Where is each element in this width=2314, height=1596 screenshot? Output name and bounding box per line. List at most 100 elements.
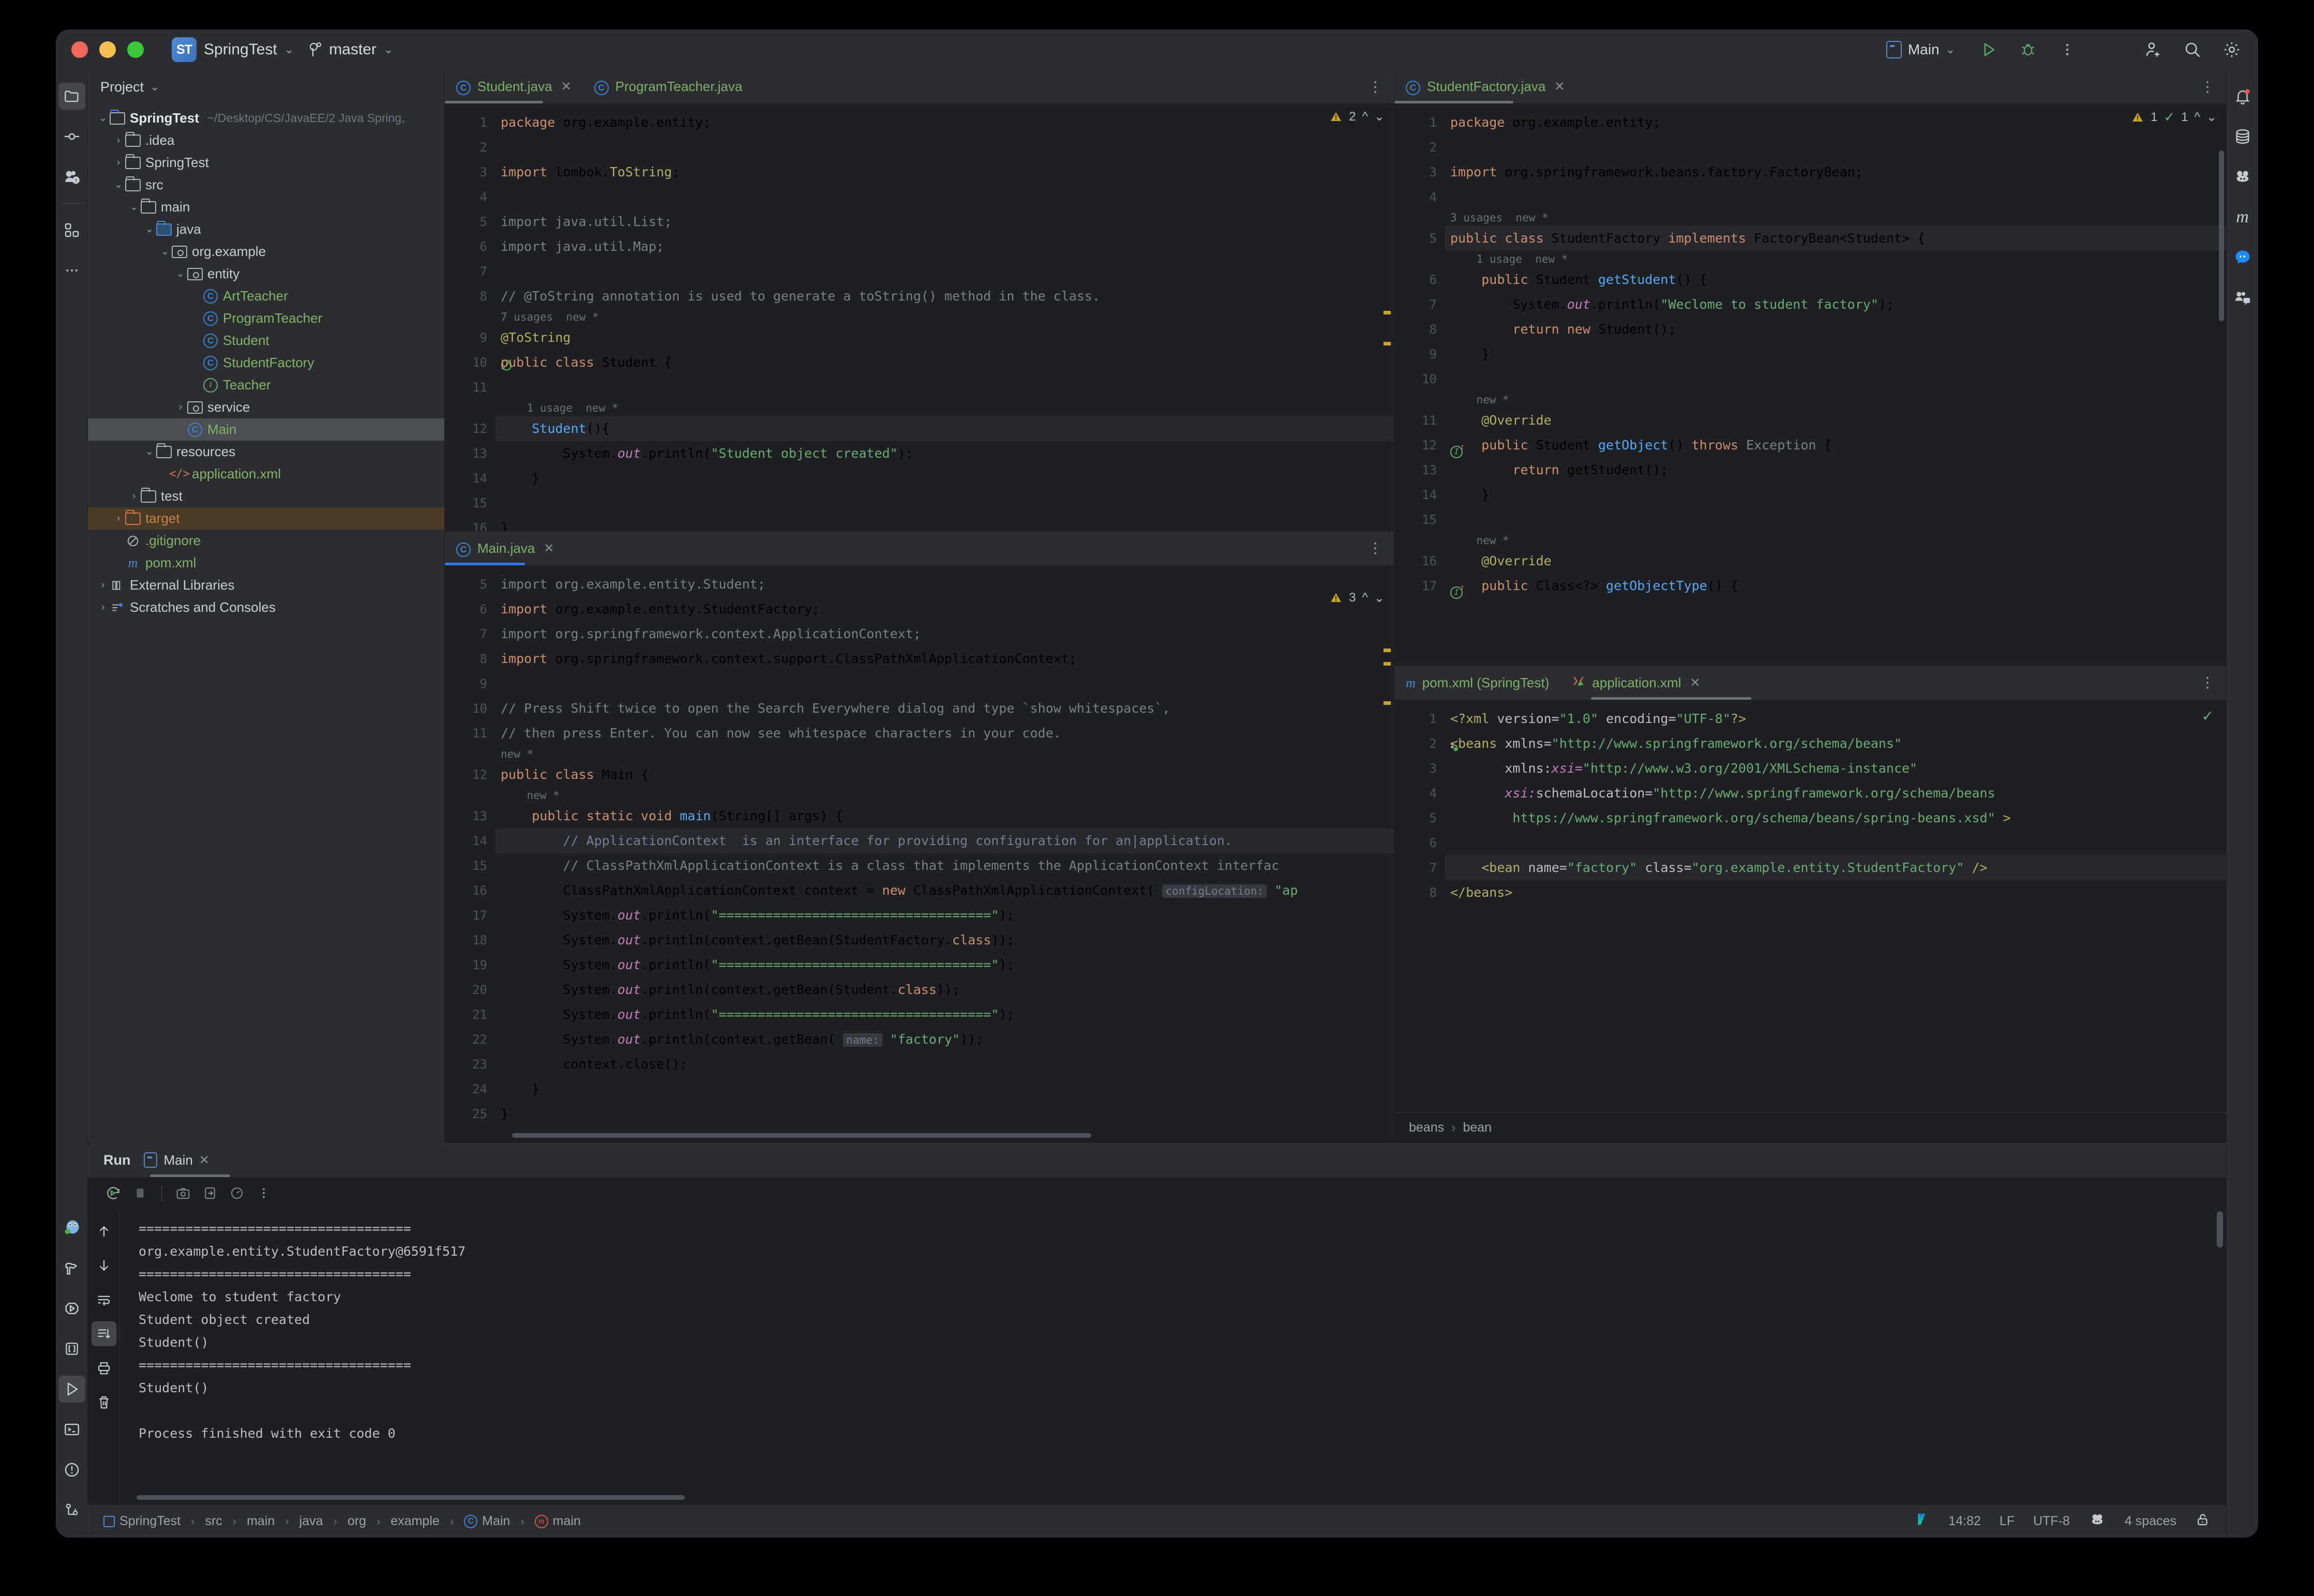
editor-options-icon[interactable]: ⋮ (2200, 680, 2215, 686)
line-number[interactable]: 2 (445, 135, 495, 160)
project-tree[interactable]: ⌄SpringTest~/Desktop/CS/JavaEE/2 Java Sp… (88, 104, 444, 1142)
tree-expand-arrow[interactable] (189, 379, 203, 392)
xml-breadcrumb-item[interactable]: bean (1463, 1120, 1492, 1135)
code-line[interactable]: public class Main { (495, 762, 1394, 787)
search-everywhere-button[interactable] (2181, 38, 2204, 62)
editor-options-icon[interactable]: ⋮ (1368, 84, 1383, 90)
stop-icon[interactable] (128, 1181, 152, 1205)
code-line[interactable]: Student(){ (495, 416, 1394, 441)
main-inspection-widget[interactable]: 3 ^ ⌄ (1329, 591, 1385, 606)
line-number[interactable]: 15 (445, 491, 495, 516)
code-line[interactable]: System.out.println("Weclome to student f… (1445, 292, 2226, 317)
line-number[interactable]: 13▷ (445, 804, 495, 829)
sidebar-item-build[interactable] (58, 1255, 85, 1282)
soft-wrap-icon[interactable] (92, 1287, 116, 1312)
close-icon[interactable]: ✕ (544, 541, 554, 556)
sidebar-item-run[interactable] (58, 1376, 85, 1403)
close-window-button[interactable] (71, 41, 88, 58)
tree-item-student[interactable]: CStudent (88, 329, 444, 352)
student-code[interactable]: package org.example.entity; import lombo… (495, 104, 1394, 531)
code-line[interactable] (1445, 367, 2226, 392)
code-line[interactable]: public static void main(String[] args) { (495, 804, 1394, 829)
code-line[interactable]: } (1445, 483, 2226, 507)
line-number[interactable]: 8 (445, 646, 495, 671)
factory-inspection-widget[interactable]: 1 ✓ 1 ^ ⌄ (2131, 109, 2217, 125)
tree-expand-arrow[interactable]: ⌄ (96, 112, 110, 125)
code-line[interactable] (495, 135, 1394, 160)
line-number[interactable]: 4 (1394, 781, 1445, 806)
line-number[interactable]: 1 (1394, 706, 1445, 731)
breadcrumb-item[interactable]: example (390, 1514, 440, 1529)
prev-problem-icon[interactable]: ^ (2195, 110, 2200, 125)
line-number[interactable]: 17 (445, 903, 495, 928)
sidebar-item-structure[interactable] (58, 217, 85, 244)
line-number[interactable]: 10 (445, 696, 495, 721)
editor-tab-studentfactory-java[interactable]: CStudentFactory.java✕ (1394, 70, 1576, 104)
code-line[interactable] (1445, 831, 2226, 855)
code-line[interactable]: https://www.springframework.org/schema/b… (1445, 806, 2226, 831)
code-line[interactable] (1445, 185, 2226, 209)
sidebar-item-terminal[interactable] (58, 1416, 85, 1443)
tree-item-springtest[interactable]: ⌄SpringTest~/Desktop/CS/JavaEE/2 Java Sp… (88, 107, 444, 129)
tree-item-teacher[interactable]: ITeacher (88, 374, 444, 396)
file-encoding[interactable]: UTF-8 (2033, 1514, 2070, 1529)
code-line[interactable] (1445, 135, 2226, 160)
tree-expand-arrow[interactable]: ⌄ (158, 245, 172, 259)
code-line[interactable] (495, 491, 1394, 516)
line-number[interactable]: 19 (445, 953, 495, 977)
window-controls[interactable] (71, 41, 144, 58)
tree-expand-arrow[interactable]: › (112, 512, 125, 525)
tree-expand-arrow[interactable]: ⌄ (174, 267, 187, 281)
next-problem-icon[interactable]: ⌄ (1374, 109, 1385, 124)
inlay-usage-hint[interactable]: 1 usage new * (1445, 251, 2226, 267)
branch-selector[interactable]: master ⌄ (301, 38, 400, 62)
more-actions-button[interactable] (2055, 38, 2079, 62)
code-line[interactable]: import org.springframework.context.suppo… (495, 646, 1394, 671)
xml-breadcrumb-item[interactable]: beans (1409, 1120, 1444, 1135)
code-line[interactable]: </beans> (1445, 880, 2226, 905)
tree-expand-arrow[interactable]: ⌄ (127, 201, 141, 214)
breadcrumb-item[interactable]: src (205, 1514, 222, 1529)
project-selector[interactable]: ST SpringTest ⌄ (164, 34, 301, 65)
code-line[interactable]: @Override (1445, 408, 2226, 433)
editor-tabs-factory[interactable]: CStudentFactory.java✕ ⋮ (1394, 70, 2226, 104)
code-line[interactable]: <beans xmlns="http://www.springframework… (1445, 731, 2226, 756)
line-number[interactable]: 3 (1394, 756, 1445, 781)
code-line[interactable]: public Student getObject() throws Except… (1445, 433, 2226, 458)
inlay-usage-hint[interactable]: new * (1445, 532, 2226, 549)
editor-tab-pom-xml-springtest-[interactable]: mpom.xml (SpringTest) (1394, 666, 1560, 700)
student-code-area[interactable]: 12345678 91011 121314151617 package org.… (445, 104, 1394, 531)
code-line[interactable]: System.out.println("====================… (495, 1002, 1394, 1027)
tree-item-studentfactory[interactable]: CStudentFactory (88, 352, 444, 374)
main-gutter[interactable]: 567891011 12▷ 13▷14💡15161718192021222324… (445, 566, 495, 1129)
line-number[interactable]: 1 (445, 110, 495, 135)
breadcrumb-item[interactable]: CMain (464, 1514, 510, 1529)
code-line[interactable]: } (495, 1102, 1394, 1126)
code-line[interactable]: System.out.println(context.getBean( name… (495, 1027, 1394, 1052)
ai-assistant-status-icon[interactable] (2088, 1512, 2106, 1531)
tree-expand-arrow[interactable] (112, 534, 125, 548)
inlay-usage-hint[interactable]: new * (495, 787, 1394, 804)
tree-expand-arrow[interactable]: › (112, 134, 125, 147)
main-code-area[interactable]: 567891011 12▷ 13▷14💡15161718192021222324… (445, 566, 1394, 1129)
line-number[interactable]: 12I↑ (1394, 433, 1445, 458)
code-line[interactable]: xsi:schemaLocation="http://www.springfra… (1445, 781, 2226, 806)
database-icon[interactable] (2229, 123, 2256, 150)
line-number[interactable]: 1 (1394, 110, 1445, 135)
code-line[interactable]: import java.util.List; (495, 209, 1394, 234)
code-line[interactable]: @ToString (495, 325, 1394, 350)
close-icon[interactable]: ✕ (1554, 79, 1565, 94)
sidebar-item-version-control[interactable] (58, 1497, 85, 1524)
line-number[interactable]: 7 (445, 259, 495, 284)
code-line[interactable]: System.out.println("Student object creat… (495, 441, 1394, 466)
close-icon[interactable]: ✕ (199, 1153, 209, 1168)
sidebar-item-run-anything[interactable] (58, 1295, 85, 1322)
code-line[interactable]: public class StudentFactory implements F… (1445, 226, 2226, 251)
line-number[interactable]: 7 (445, 622, 495, 646)
breadcrumb-item[interactable]: mmain (535, 1514, 581, 1529)
tree-expand-arrow[interactable]: › (96, 601, 110, 614)
caret-position[interactable]: 14:82 (1948, 1514, 1981, 1529)
line-number[interactable]: 2 (1394, 731, 1445, 756)
breadcrumb-item[interactable]: java (299, 1514, 323, 1529)
line-number[interactable]: 5 (445, 209, 495, 234)
